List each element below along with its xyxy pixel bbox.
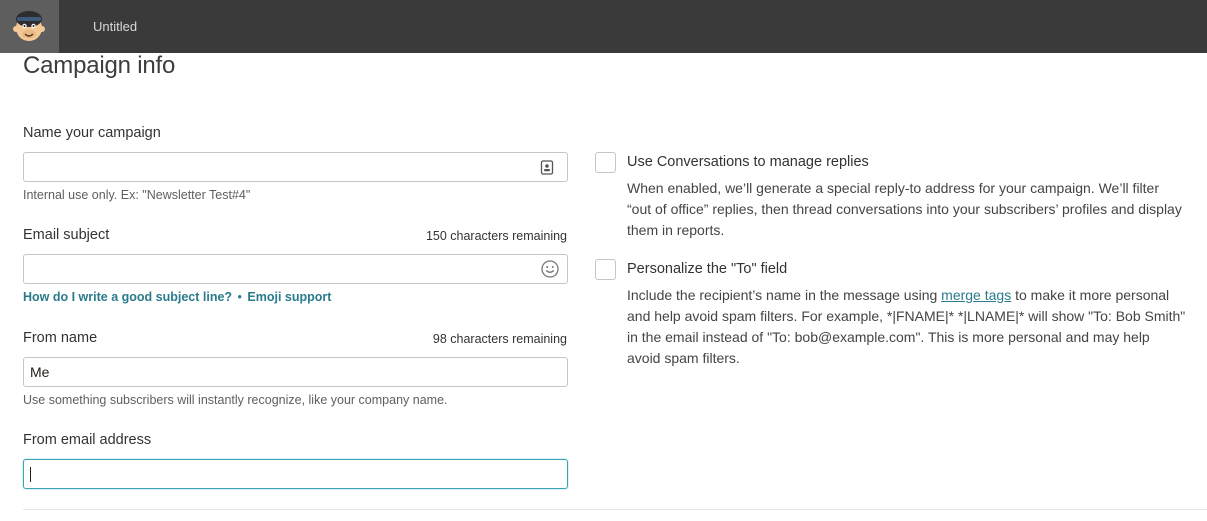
from-name-help: Use something subscribers will instantly… [23,393,448,407]
emoji-smiley-icon[interactable] [541,260,559,278]
conversations-description: When enabled, we’ll generate a special r… [627,180,1182,238]
from-name-label: From name [23,330,98,346]
conversations-title[interactable]: Use Conversations to manage replies [627,154,869,170]
email-subject-field[interactable] [23,254,568,284]
email-subject-counter: 150 characters remaining [425,229,567,243]
from-email-input[interactable] [24,460,567,488]
top-bar: Untitled [0,0,1207,53]
email-subject-input[interactable] [24,255,567,283]
personalize-desc-before: Include the recipient’s name in the mess… [627,287,942,303]
emoji-support-link[interactable]: Emoji support [247,290,331,304]
personalize-to-description: Include the recipient’s name in the mess… [627,285,1187,369]
campaign-name-label: Name your campaign [23,125,161,141]
text-cursor [30,467,31,482]
campaign-title[interactable]: Untitled [93,19,137,34]
from-email-field[interactable] [23,459,568,489]
campaign-name-input[interactable] [24,153,567,181]
from-email-label: From email address [23,432,152,448]
mailchimp-freddie-icon [13,11,45,41]
mailchimp-logo-button[interactable] [0,0,59,53]
link-separator: • [237,290,242,304]
from-name-counter: 98 characters remaining [432,332,567,346]
merge-tags-link[interactable]: merge tags [941,287,1011,303]
from-name-field[interactable] [23,357,568,387]
page-title: Campaign info [23,52,176,79]
personalize-to-title[interactable]: Personalize the "To" field [627,261,787,277]
subject-line-help-link[interactable]: How do I write a good subject line? [23,290,232,304]
personalize-to-checkbox[interactable] [595,259,616,280]
campaign-name-field[interactable] [23,152,568,182]
conversations-checkbox[interactable] [595,152,616,173]
email-subject-label: Email subject [23,227,110,243]
from-name-input[interactable] [24,358,567,386]
section-divider [23,509,1207,510]
subject-help-links: How do I write a good subject line? • Em… [23,290,331,304]
campaign-name-help: Internal use only. Ex: "Newsletter Test#… [23,188,251,202]
contact-card-icon[interactable] [540,160,554,175]
